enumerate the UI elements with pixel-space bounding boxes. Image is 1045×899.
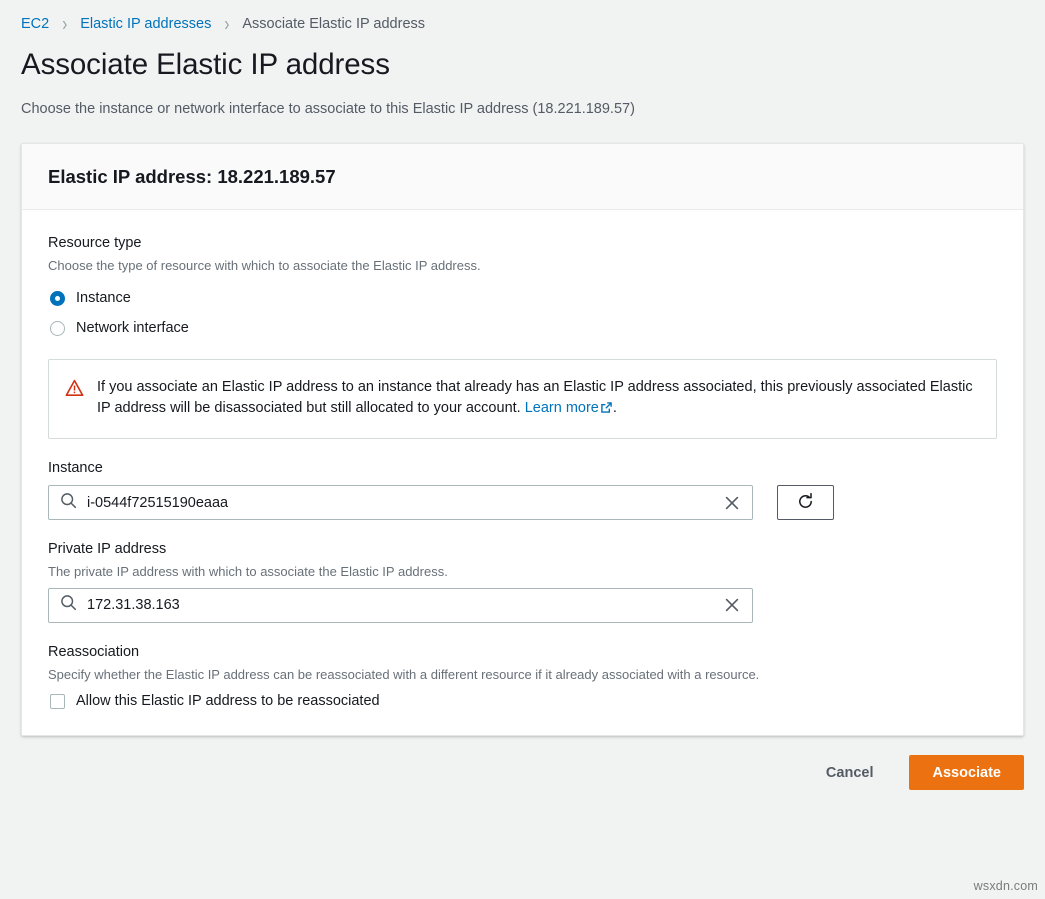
instance-input-value: i-0544f72515190eaaa	[87, 494, 229, 511]
instance-label: Instance	[48, 460, 103, 477]
card-body: Resource type Choose the type of resourc…	[22, 210, 1023, 735]
reassociation-description: Specify whether the Elastic IP address c…	[48, 666, 760, 682]
card-header-title: Elastic IP address: 18.221.189.57	[48, 166, 336, 188]
watermark: wsxdn.com	[973, 879, 1038, 893]
associate-button[interactable]: Associate	[909, 755, 1024, 791]
reassociation-label: Reassociation	[48, 643, 140, 660]
chevron-right-icon: ›	[224, 12, 230, 36]
breadcrumb-item-current: Associate Elastic IP address	[242, 16, 426, 32]
resource-type-radio-group: Instance Network interface	[48, 285, 997, 342]
cancel-button[interactable]: Cancel	[812, 757, 888, 789]
private-ip-clear-icon[interactable]	[723, 596, 741, 614]
radio-network-interface-label: Network interface	[76, 320, 189, 337]
instance-clear-icon[interactable]	[723, 494, 741, 512]
private-ip-input-row: 172.31.38.163	[48, 587, 997, 623]
search-icon	[60, 594, 77, 616]
private-ip-section: Private IP address The private IP addres…	[48, 540, 997, 623]
breadcrumb-item-ec2[interactable]: EC2	[21, 16, 49, 32]
private-ip-description: The private IP address with which to ass…	[48, 564, 448, 580]
form-actions: Cancel Associate	[0, 736, 1045, 791]
resource-type-label: Resource type	[48, 235, 142, 252]
reassociation-checkbox-row[interactable]: Allow this Elastic IP address to be reas…	[48, 693, 997, 709]
private-ip-input-value: 172.31.38.163	[87, 597, 180, 614]
private-ip-input[interactable]: 172.31.38.163	[48, 587, 753, 623]
instance-input[interactable]: i-0544f72515190eaaa	[48, 485, 753, 521]
associate-elastic-ip-page: EC2 › Elastic IP addresses › Associate E…	[0, 0, 1045, 899]
external-link-icon[interactable]	[600, 400, 613, 421]
learn-more-link[interactable]: Learn more	[525, 400, 599, 416]
resource-type-description: Choose the type of resource with which t…	[48, 258, 481, 274]
reassociation-checkbox[interactable]	[50, 693, 65, 709]
warning-alert-trailing: .	[612, 400, 617, 417]
private-ip-label: Private IP address	[48, 541, 167, 558]
instance-section: Instance i-0544f72515190eaaa	[48, 459, 997, 521]
instance-input-row: i-0544f72515190eaaa	[48, 485, 997, 521]
warning-alert-text: If you associate an Elastic IP address t…	[97, 377, 979, 422]
reassociation-checkbox-label: Allow this Elastic IP address to be reas…	[76, 693, 380, 710]
page-title: Associate Elastic IP address	[21, 48, 390, 81]
radio-instance-label: Instance	[76, 290, 131, 307]
refresh-button[interactable]	[777, 485, 834, 521]
resource-type-section: Resource type Choose the type of resourc…	[48, 234, 997, 341]
search-icon	[60, 492, 77, 514]
refresh-icon	[796, 492, 815, 514]
reassociation-section: Reassociation Specify whether the Elasti…	[48, 643, 997, 709]
warning-triangle-icon	[65, 379, 84, 402]
radio-network-interface-indicator[interactable]	[50, 320, 65, 336]
radio-instance-indicator[interactable]	[50, 290, 65, 306]
radio-option-network-interface[interactable]: Network interface	[48, 315, 997, 342]
warning-alert: If you associate an Elastic IP address t…	[48, 358, 997, 440]
breadcrumb-item-elastic-ip-addresses[interactable]: Elastic IP addresses	[80, 16, 211, 32]
associate-form-card: Elastic IP address: 18.221.189.57 Resour…	[21, 143, 1024, 737]
radio-option-instance[interactable]: Instance	[48, 285, 997, 312]
page-subtitle: Choose the instance or network interface…	[21, 100, 635, 117]
card-header: Elastic IP address: 18.221.189.57	[22, 144, 1023, 211]
breadcrumb: EC2 › Elastic IP addresses › Associate E…	[0, 0, 1045, 34]
chevron-right-icon: ›	[62, 12, 68, 36]
